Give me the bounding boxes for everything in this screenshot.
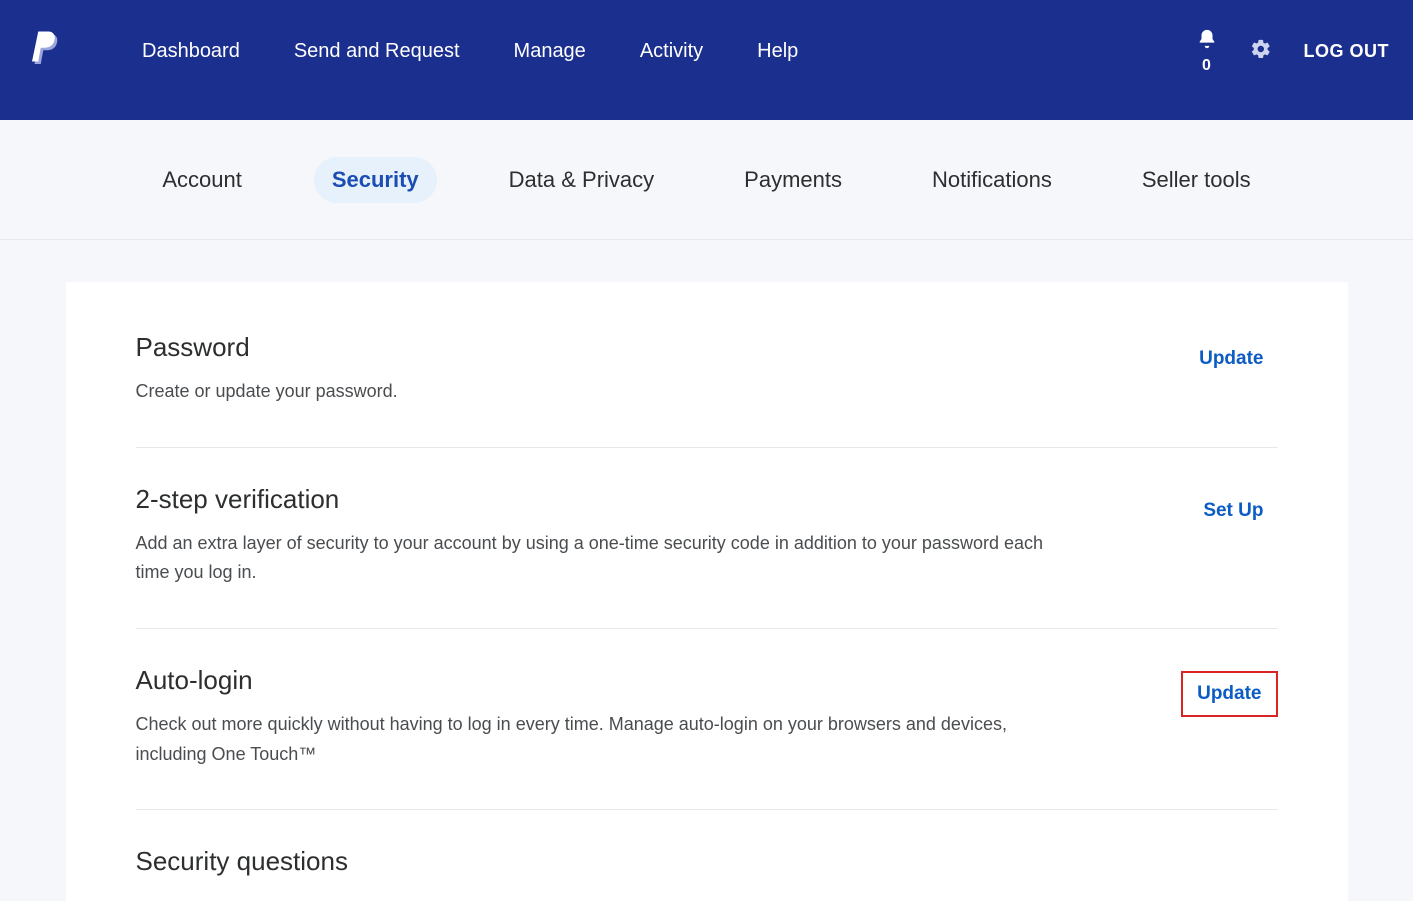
logout-button[interactable]: LOG OUT	[1304, 41, 1390, 62]
nav-dashboard[interactable]: Dashboard	[142, 40, 240, 63]
password-update-link[interactable]: Update	[1185, 338, 1277, 380]
nav-send-request[interactable]: Send and Request	[294, 40, 460, 63]
subnav-seller-tools[interactable]: Seller tools	[1124, 157, 1269, 203]
nav-manage[interactable]: Manage	[514, 40, 586, 63]
settings-button[interactable]	[1250, 38, 1272, 65]
subnav-data-privacy[interactable]: Data & Privacy	[491, 157, 673, 203]
nav-help[interactable]: Help	[757, 40, 798, 63]
row-desc: Create or update your password.	[136, 377, 398, 407]
row-2step: 2-step verification Add an extra layer o…	[136, 448, 1278, 629]
row-title: Security questions	[136, 846, 348, 877]
primary-nav: Dashboard Send and Request Manage Activi…	[142, 40, 798, 63]
row-title: 2-step verification	[136, 484, 1076, 515]
row-desc: Add an extra layer of security to your a…	[136, 529, 1076, 588]
top-navbar: Dashboard Send and Request Manage Activi…	[0, 0, 1413, 120]
row-desc: Check out more quickly without having to…	[136, 710, 1076, 769]
settings-subnav: Account Security Data & Privacy Payments…	[0, 120, 1413, 240]
row-security-questions: Security questions	[136, 810, 1278, 901]
notification-count: 0	[1202, 57, 1211, 75]
paypal-logo-icon[interactable]	[32, 31, 62, 72]
subnav-account[interactable]: Account	[144, 157, 260, 203]
row-auto-login: Auto-login Check out more quickly withou…	[136, 629, 1278, 810]
subnav-payments[interactable]: Payments	[726, 157, 860, 203]
row-title: Password	[136, 332, 398, 363]
subnav-notifications[interactable]: Notifications	[914, 157, 1070, 203]
2step-setup-link[interactable]: Set Up	[1189, 490, 1277, 532]
notifications-button[interactable]: 0	[1196, 28, 1218, 75]
row-title: Auto-login	[136, 665, 1076, 696]
nav-activity[interactable]: Activity	[640, 40, 703, 63]
bell-icon	[1196, 28, 1218, 55]
auto-login-update-link[interactable]: Update	[1181, 671, 1277, 717]
subnav-security[interactable]: Security	[314, 157, 437, 203]
row-password: Password Create or update your password.…	[136, 332, 1278, 448]
security-settings-card: Password Create or update your password.…	[66, 282, 1348, 901]
gear-icon	[1250, 47, 1272, 64]
